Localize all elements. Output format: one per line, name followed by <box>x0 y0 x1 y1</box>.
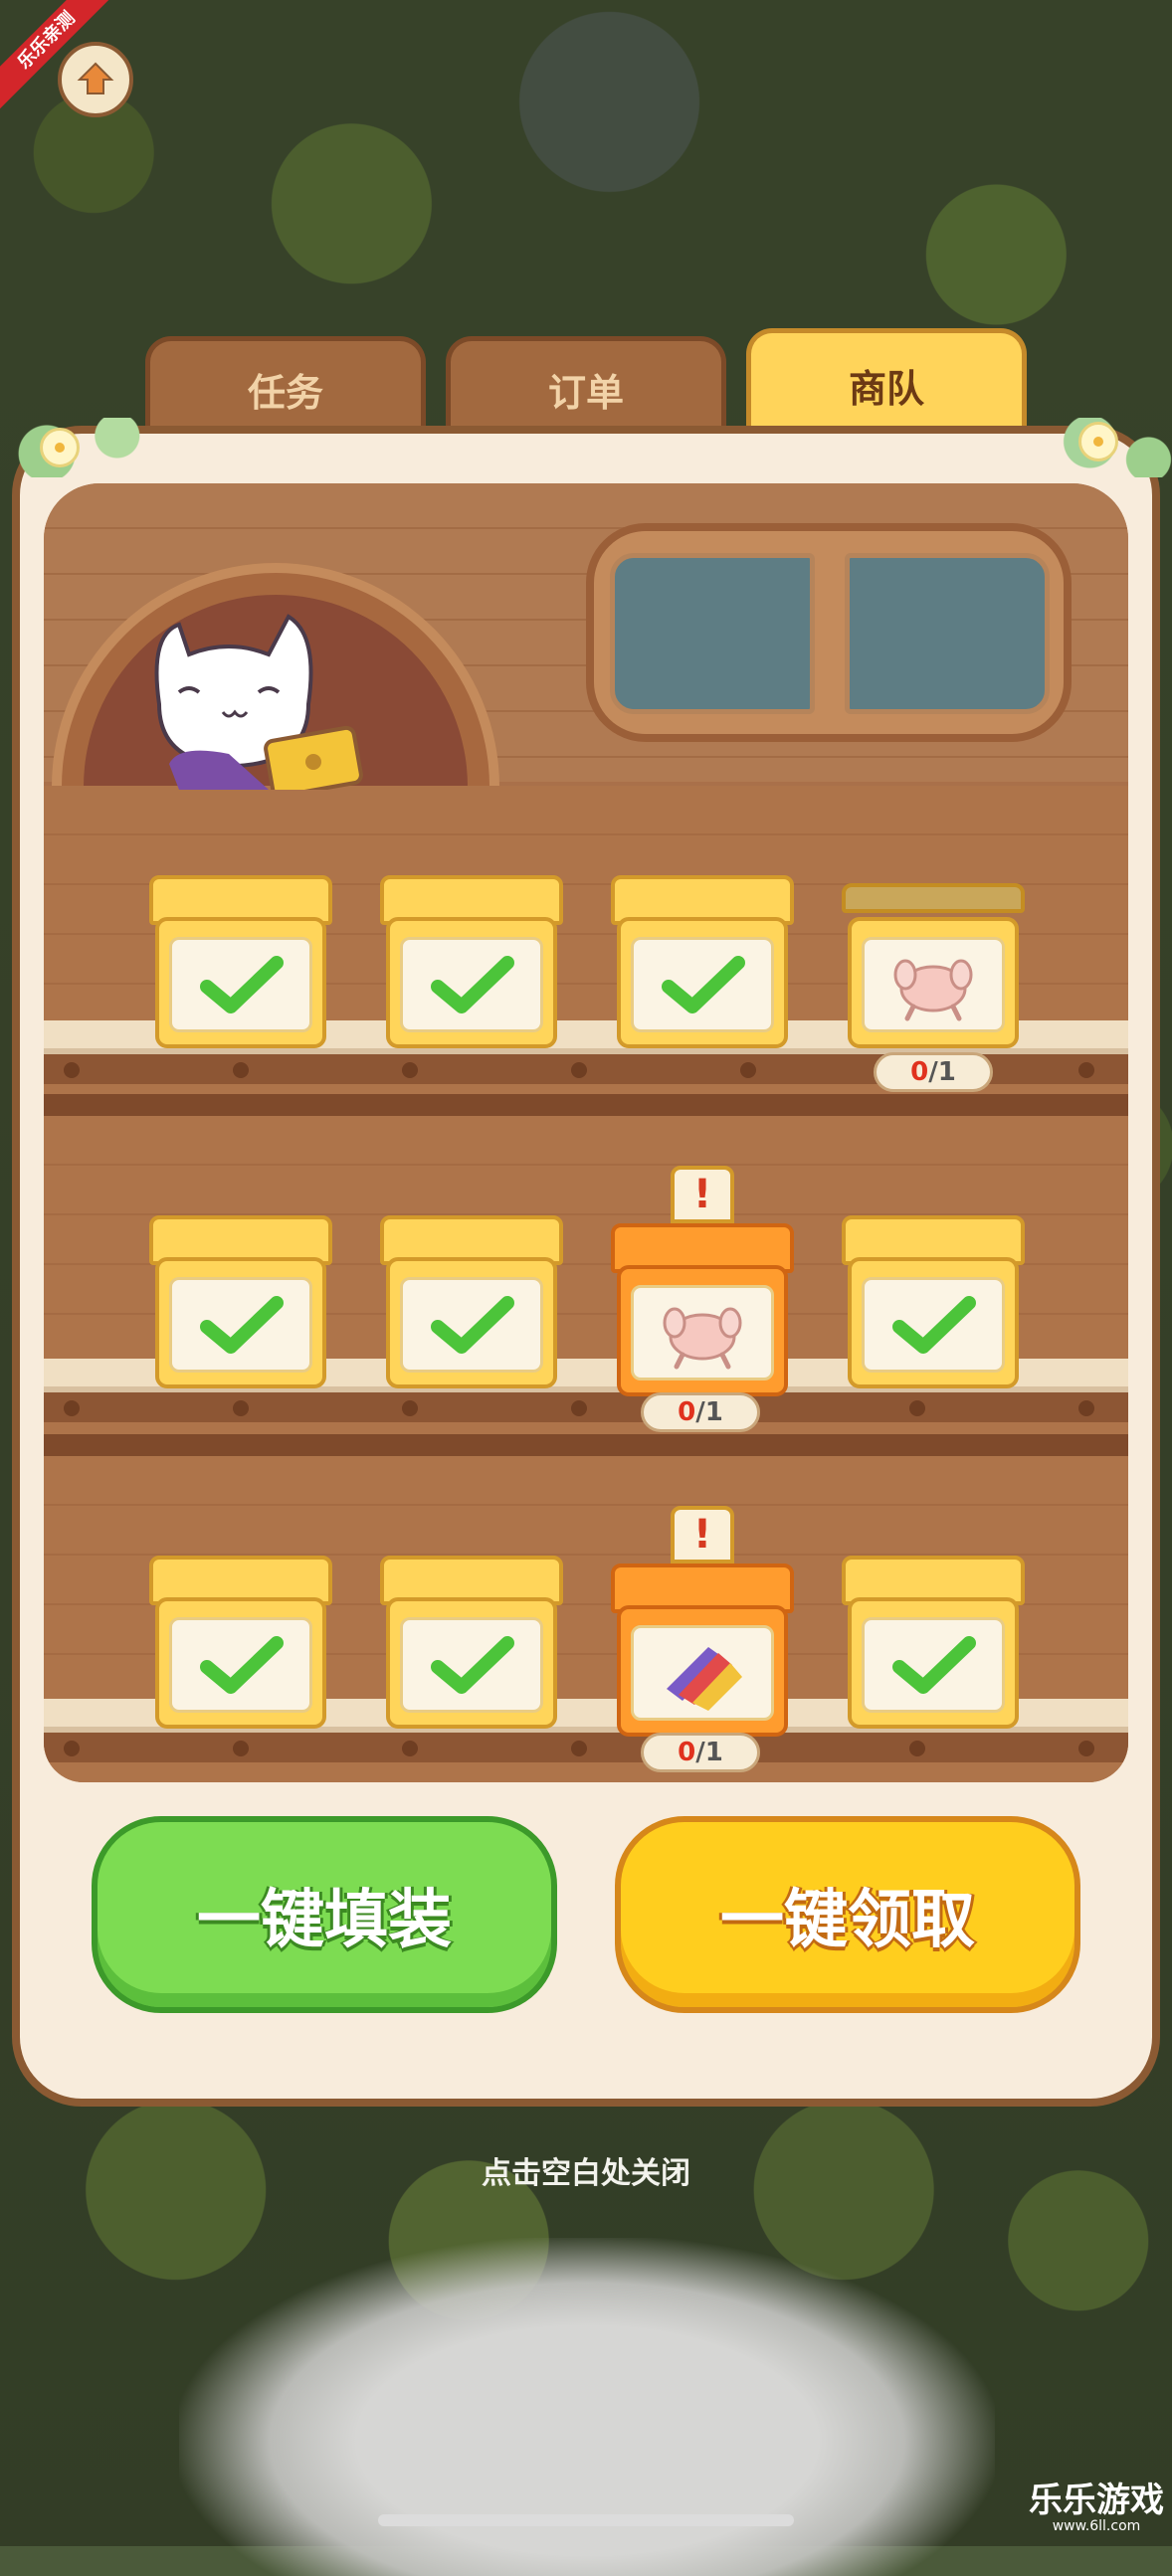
check-icon <box>662 956 745 1013</box>
caravan-box-urgent[interactable]: ! <box>611 1166 794 1398</box>
claim-all-button[interactable]: 一键领取 <box>615 1816 1080 2013</box>
shelf-rail <box>44 1392 1128 1422</box>
check-icon <box>892 1636 976 1694</box>
caravan-box[interactable] <box>380 1556 563 1731</box>
tab-caravan-label: 商队 <box>848 367 924 411</box>
shelf-rail <box>44 1733 1128 1762</box>
caravan-box-urgent[interactable]: ! <box>611 1506 794 1739</box>
shelf-divider <box>44 1434 1128 1456</box>
close-hint[interactable]: 点击空白处关闭 <box>0 2148 1172 2192</box>
chicken-icon <box>893 959 973 1021</box>
fabric-roll-icon <box>667 1647 742 1711</box>
caravan-box-pending[interactable] <box>842 875 1025 1050</box>
check-icon <box>200 1636 284 1694</box>
caravan-box[interactable] <box>380 875 563 1050</box>
check-icon <box>431 956 514 1013</box>
alert-icon: ! <box>671 1506 734 1564</box>
home-indicator[interactable] <box>378 2514 794 2526</box>
shelf-divider <box>44 1094 1128 1116</box>
tab-tasks-label: 任务 <box>247 371 323 415</box>
home-up-icon <box>77 62 114 94</box>
vine-decoration <box>0 418 1172 477</box>
item-count: 0/1 <box>641 1392 760 1432</box>
watermark: 乐乐游戏 www.6ll.com <box>1029 2481 1164 2534</box>
check-icon <box>431 1636 514 1694</box>
caravan-box[interactable] <box>380 1215 563 1390</box>
item-count: 0/1 <box>874 1052 993 1092</box>
caravan-box[interactable] <box>149 1215 332 1390</box>
fill-all-button[interactable]: 一键填装 <box>92 1816 557 2013</box>
check-icon <box>200 1296 284 1354</box>
flower-decoration <box>1078 422 1118 461</box>
tab-orders-label: 订单 <box>547 371 624 415</box>
check-icon <box>200 956 284 1013</box>
check-icon <box>431 1296 514 1354</box>
flower-decoration <box>40 428 80 467</box>
cat-merchant-icon <box>154 614 363 790</box>
caravan-box[interactable] <box>149 875 332 1050</box>
window-pane <box>845 553 1050 714</box>
window <box>586 523 1072 742</box>
check-icon <box>892 1296 976 1354</box>
alert-icon: ! <box>671 1166 734 1223</box>
caravan-box[interactable] <box>611 875 794 1050</box>
item-count: 0/1 <box>641 1733 760 1772</box>
chicken-icon <box>663 1307 742 1370</box>
caravan-box[interactable] <box>842 1556 1025 1731</box>
caravan-box[interactable] <box>842 1215 1025 1390</box>
window-pane <box>610 553 815 714</box>
home-button[interactable] <box>58 42 133 117</box>
caravan-box[interactable] <box>149 1556 332 1731</box>
